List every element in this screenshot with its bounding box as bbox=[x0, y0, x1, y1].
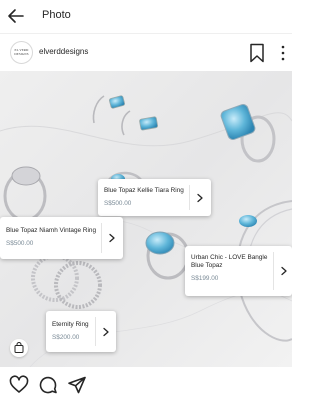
comment-icon[interactable] bbox=[38, 375, 58, 395]
earring-gem bbox=[139, 116, 158, 131]
chevron-right-icon bbox=[109, 233, 115, 243]
product-tag-niamh-vintage-ring[interactable]: Blue Topaz Niamh Vintage Ring S$500.00 bbox=[0, 217, 123, 259]
paper-plane-icon[interactable] bbox=[67, 375, 87, 395]
product-tag-love-bangle[interactable]: Urban Chic - LOVE Bangle Blue Topaz S$19… bbox=[185, 246, 292, 296]
bookmark-icon[interactable] bbox=[249, 43, 265, 63]
tag-divider bbox=[273, 252, 274, 290]
product-tag-name: Blue Topaz Kellie Tiara Ring bbox=[104, 187, 184, 194]
page-title: Photo bbox=[42, 9, 71, 21]
product-tag-kellie-tiara-ring[interactable]: Blue Topaz Kellie Tiara Ring S$500.00 bbox=[98, 179, 211, 216]
ring-setting bbox=[11, 166, 41, 186]
ring-gem bbox=[239, 215, 257, 227]
product-tag-name: Blue Topaz Niamh Vintage Ring bbox=[6, 227, 96, 234]
tag-divider bbox=[101, 223, 102, 253]
username[interactable]: elverddesigns bbox=[39, 47, 88, 56]
product-tag-price: S$500.00 bbox=[6, 240, 34, 247]
shopping-bag-button[interactable] bbox=[10, 339, 28, 357]
product-tag-eternity-ring[interactable]: Eternity Ring S$200.00 bbox=[46, 311, 116, 352]
action-bar bbox=[0, 367, 292, 400]
chevron-right-icon bbox=[281, 266, 287, 276]
ring-gem bbox=[145, 231, 175, 255]
more-vertical-icon[interactable] bbox=[279, 44, 287, 62]
arrow-left-icon[interactable] bbox=[6, 6, 26, 26]
product-tag-price: S$200.00 bbox=[52, 334, 80, 341]
product-tag-name-line2: Blue Topaz bbox=[191, 262, 223, 269]
post-header: EL VERD DESIGNS elverddesigns bbox=[0, 33, 292, 71]
avatar-logo-text: EL VERD DESIGNS bbox=[14, 48, 29, 56]
heart-icon[interactable] bbox=[9, 375, 29, 395]
post-photo[interactable]: Blue Topaz Kellie Tiara Ring S$500.00 Bl… bbox=[0, 71, 292, 367]
shopping-bag-icon bbox=[14, 342, 24, 353]
product-tag-price: S$500.00 bbox=[104, 200, 132, 207]
tag-divider bbox=[95, 317, 96, 346]
product-tag-name: Urban Chic - LOVE Bangle bbox=[191, 254, 268, 261]
product-tag-name: Eternity Ring bbox=[52, 321, 89, 328]
top-bar: Photo bbox=[0, 0, 292, 33]
avatar[interactable]: EL VERD DESIGNS bbox=[10, 41, 33, 64]
tag-divider bbox=[189, 185, 190, 210]
product-tag-price: S$199.00 bbox=[191, 275, 219, 282]
chevron-right-icon bbox=[103, 327, 109, 336]
chevron-right-icon bbox=[197, 193, 203, 202]
